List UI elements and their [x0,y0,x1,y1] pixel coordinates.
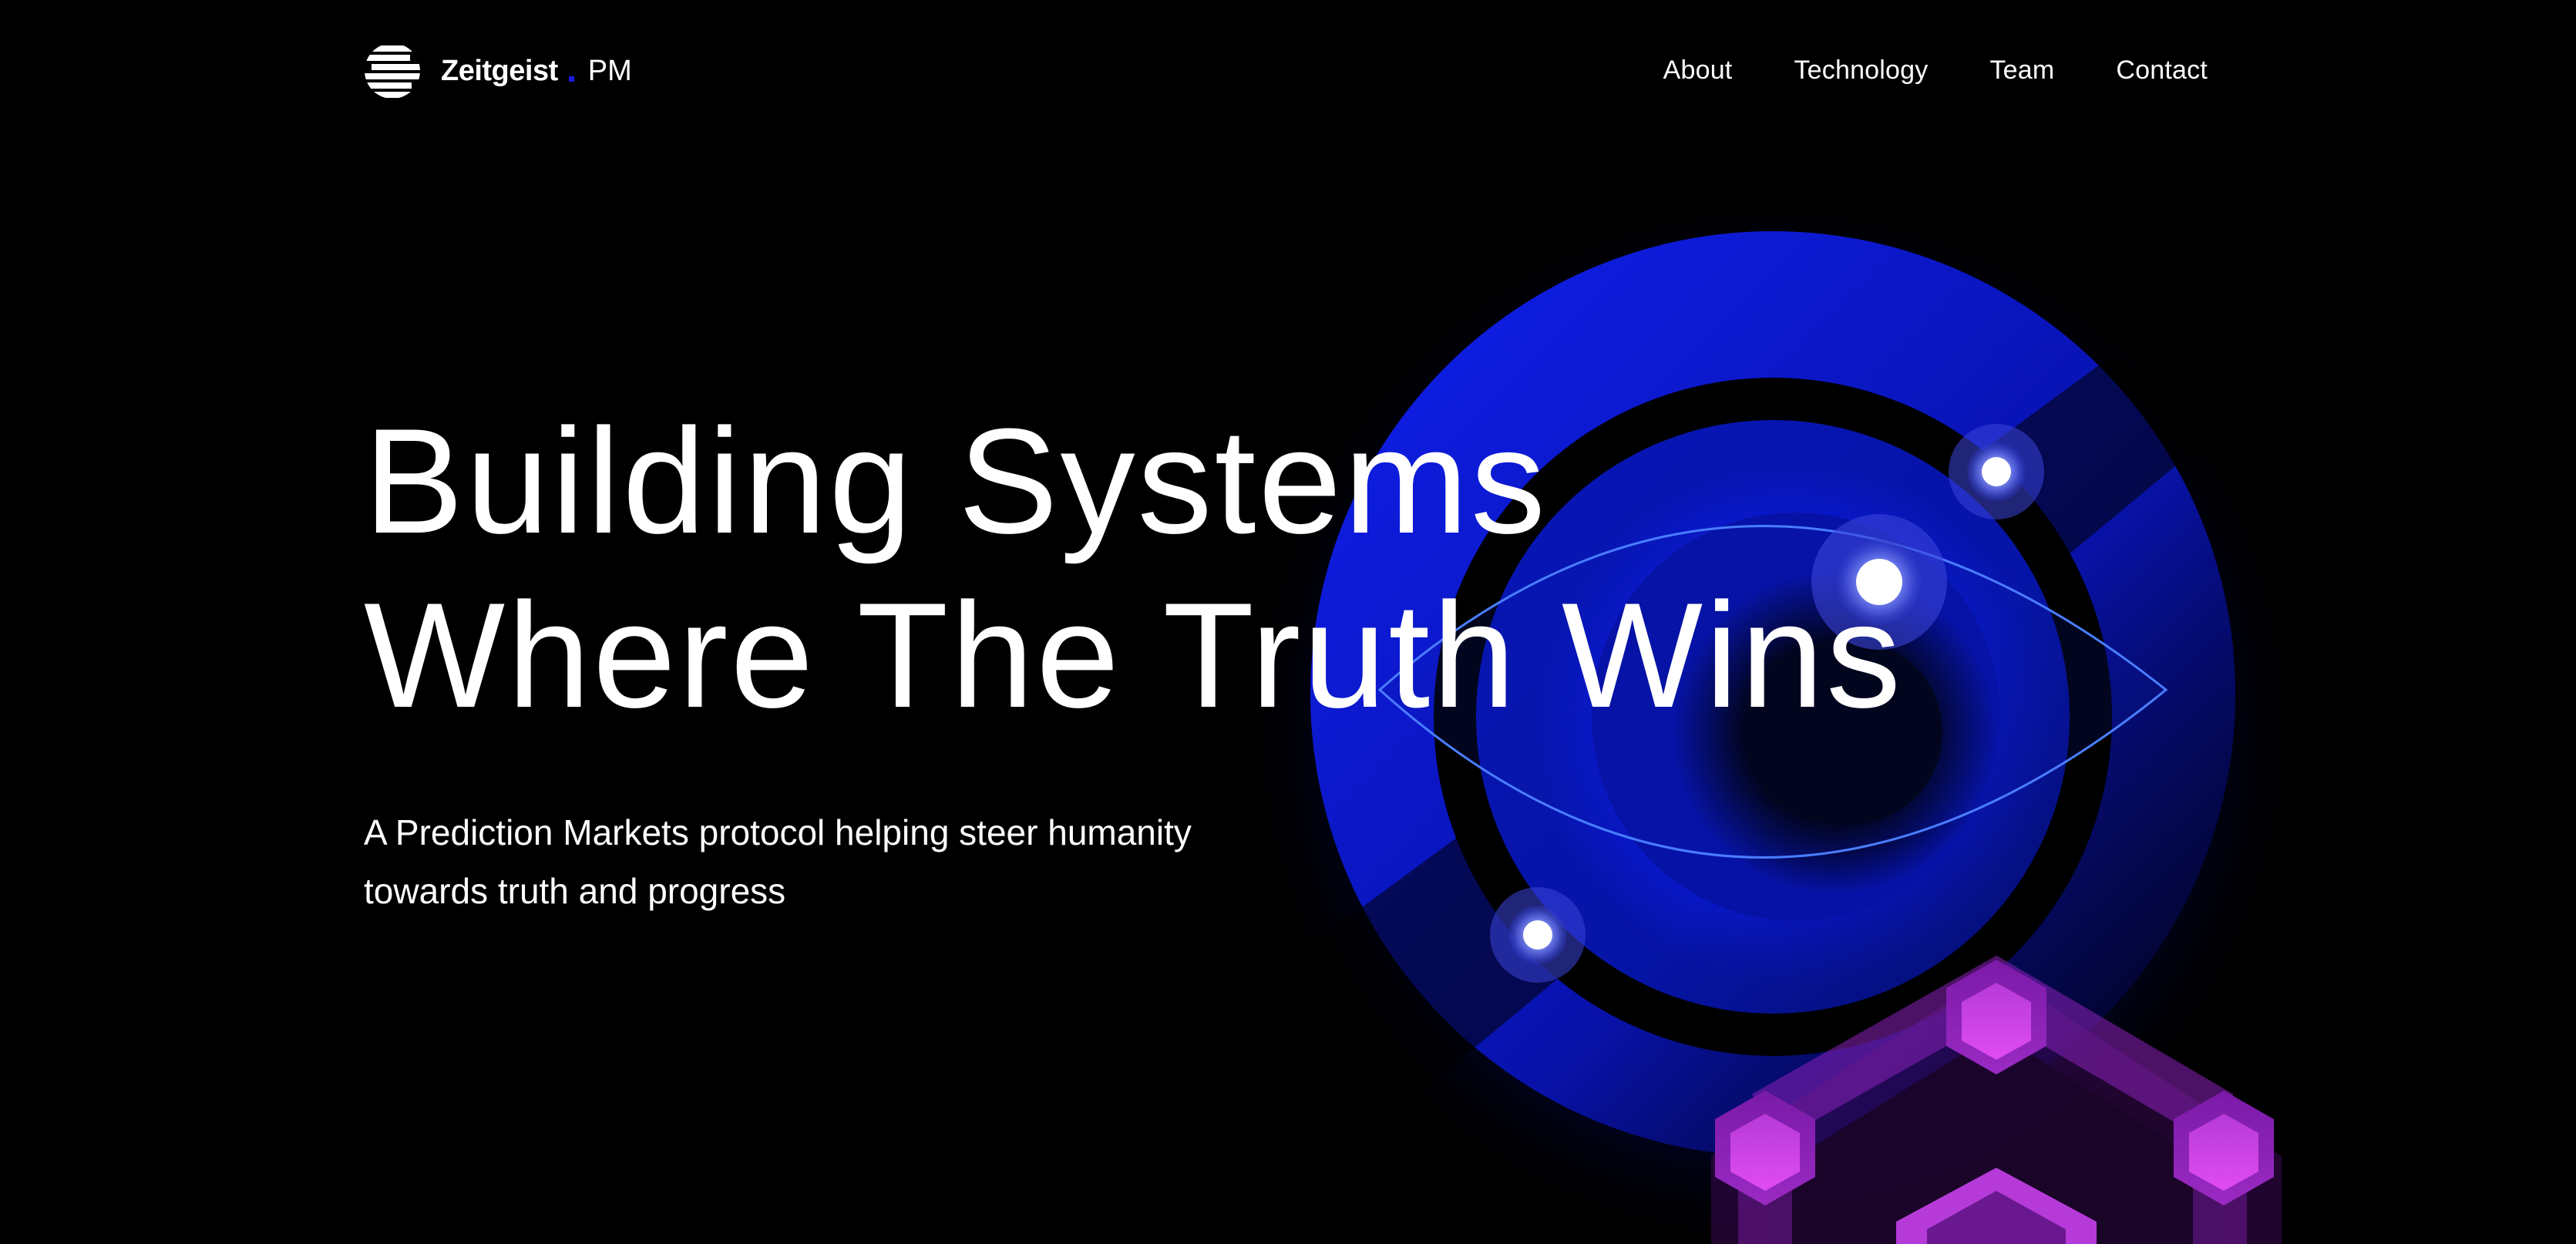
hero-subtitle-line-2: towards truth and progress [364,871,786,911]
brand-logo-link[interactable]: Zeitgeist PM [364,40,632,102]
hero-subtitle-line-1: A Prediction Markets protocol helping st… [364,812,1192,852]
nav-link-team[interactable]: Team [1989,55,2054,86]
glow-dot-top-right [1949,424,2044,519]
nav-link-about[interactable]: About [1663,55,1733,86]
hero-headline-line-2: Where The Truth Wins [364,572,1904,739]
brand-name: Zeitgeist [441,54,558,87]
nav-links: About Technology Team Contact [1663,55,2208,86]
brand-suffix: PM [587,54,632,87]
glow-dot-lower-left [1490,887,1586,983]
hero-headline: Building Systems Where The Truth Wins [364,395,1903,743]
nav-link-contact[interactable]: Contact [2116,55,2208,86]
hero-headline-line-1: Building Systems [364,398,1548,565]
hero-subtitle: A Prediction Markets protocol helping st… [364,803,1366,920]
nav-link-technology[interactable]: Technology [1794,55,1928,86]
striped-globe-logo-icon [365,43,420,99]
top-navigation: Zeitgeist PM About Technology Team Conta… [0,0,2576,146]
brand-dot [568,76,574,82]
